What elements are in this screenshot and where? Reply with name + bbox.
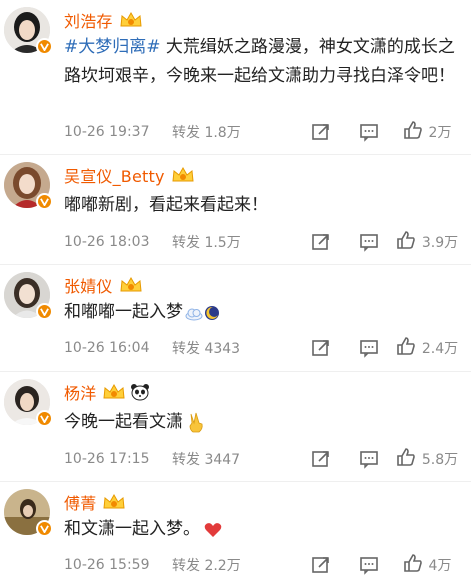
- like-count: 4万: [428, 558, 452, 574]
- repost-label: 转发: [172, 125, 200, 141]
- repost-icon[interactable]: [297, 449, 345, 469]
- repost-label: 转发: [172, 558, 200, 574]
- repost-icon[interactable]: [297, 122, 345, 142]
- post-time: 10-26 18:03: [64, 234, 150, 250]
- moon-emoji-icon: [204, 305, 220, 321]
- like-button[interactable]: 3.9万: [393, 230, 461, 254]
- like-button[interactable]: 2.4万: [393, 336, 461, 360]
- post-content: 嘟嘟新剧，看起来看起来！: [64, 191, 459, 220]
- repost-count: 转发 1.5万: [172, 232, 297, 252]
- repost-label: 转发: [172, 341, 200, 357]
- repost-icon[interactable]: [297, 338, 345, 358]
- repost-number: 2.2万: [204, 558, 241, 574]
- user-name[interactable]: 吴宣仪_Betty: [64, 163, 165, 187]
- post-text: 今晚一起看文潇: [64, 412, 183, 432]
- repost-number: 3447: [204, 452, 241, 468]
- crown-icon: [119, 276, 143, 294]
- post-text: 嘟嘟新剧，看起来看起来！: [64, 195, 268, 215]
- post-content: 和嘟嘟一起入梦: [64, 298, 459, 327]
- comment-icon[interactable]: [345, 338, 393, 358]
- verified-badge-icon: [36, 410, 53, 427]
- repost-count: 转发 1.8万: [172, 122, 297, 142]
- like-count: 5.8万: [421, 452, 459, 468]
- repost-label: 转发: [172, 235, 200, 251]
- avatar[interactable]: [4, 7, 53, 55]
- hashtag-link[interactable]: #大梦归离#: [64, 37, 161, 57]
- user-name[interactable]: 张婧仪: [64, 273, 113, 297]
- crown-icon: [102, 383, 126, 401]
- like-icon: [396, 447, 416, 471]
- comment-icon[interactable]: [345, 232, 393, 252]
- repost-icon[interactable]: [297, 232, 345, 252]
- cloud-emoji-icon: [185, 305, 203, 321]
- repost-count: 转发 4343: [172, 338, 297, 358]
- verified-badge-icon: [36, 520, 53, 537]
- comment-icon[interactable]: [345, 122, 393, 142]
- post-time: 10-26 17:15: [64, 451, 150, 467]
- repost-icon[interactable]: [297, 555, 345, 575]
- like-icon: [403, 120, 423, 144]
- repost-number: 4343: [204, 341, 241, 357]
- user-name[interactable]: 杨洋: [64, 380, 96, 404]
- verified-badge-icon: [36, 303, 53, 320]
- comment-icon[interactable]: [345, 555, 393, 575]
- victory-hand-emoji-icon: [187, 412, 205, 434]
- post-time: 10-26 16:04: [64, 340, 150, 356]
- avatar[interactable]: [4, 379, 53, 427]
- like-button[interactable]: 4万: [393, 553, 461, 577]
- like-button[interactable]: 5.8万: [393, 447, 461, 471]
- heart-emoji-icon: [204, 522, 222, 538]
- weibo-post: 吴宣仪_Betty 嘟嘟新剧，看起来看起来！ 10-26 18:03 转发 1.…: [0, 155, 471, 265]
- weibo-post: 刘浩存 #大梦归离# 大荒缉妖之路漫漫，神女文潇的成长之路坎坷艰辛，今晚来一起给…: [0, 0, 471, 155]
- like-icon: [403, 553, 423, 577]
- post-content: #大梦归离# 大荒缉妖之路漫漫，神女文潇的成长之路坎坷艰辛，今晚来一起给文潇助力…: [64, 33, 459, 91]
- repost-number: 1.8万: [204, 125, 241, 141]
- user-name[interactable]: 傅菁: [64, 490, 96, 514]
- weibo-post: 杨洋 今晚一起看文潇 10-26 17:15 转发 3447 5.8万: [0, 372, 471, 482]
- repost-number: 1.5万: [204, 235, 241, 251]
- user-name[interactable]: 刘浩存: [64, 8, 113, 32]
- like-icon: [396, 230, 416, 254]
- post-content: 和文潇一起入梦。: [64, 515, 459, 544]
- post-content: 今晚一起看文潇: [64, 408, 459, 437]
- weibo-post: 张婧仪 和嘟嘟一起入梦 10-26 16:04 转发 4343 2.4万: [0, 265, 471, 372]
- post-time: 10-26 15:59: [64, 557, 150, 573]
- post-time: 10-26 19:37: [64, 124, 150, 140]
- like-count: 3.9万: [421, 235, 459, 251]
- crown-icon: [102, 493, 126, 511]
- avatar[interactable]: [4, 162, 53, 210]
- verified-badge-icon: [36, 38, 53, 55]
- avatar[interactable]: [4, 489, 53, 537]
- weibo-post: 傅菁 和文潇一起入梦。 10-26 15:59 转发 2.2万 4万: [0, 482, 471, 584]
- like-button[interactable]: 2万: [393, 120, 461, 144]
- panda-icon: [130, 383, 150, 401]
- crown-icon: [171, 166, 195, 184]
- avatar[interactable]: [4, 272, 53, 320]
- post-text: 和文潇一起入梦。: [64, 519, 200, 539]
- like-icon: [396, 336, 416, 360]
- post-text: 和嘟嘟一起入梦: [64, 302, 183, 322]
- crown-icon: [119, 11, 143, 29]
- repost-count: 转发 2.2万: [172, 555, 297, 575]
- like-count: 2.4万: [421, 341, 459, 357]
- repost-label: 转发: [172, 452, 200, 468]
- verified-badge-icon: [36, 193, 53, 210]
- like-count: 2万: [428, 125, 452, 141]
- repost-count: 转发 3447: [172, 449, 297, 469]
- comment-icon[interactable]: [345, 449, 393, 469]
